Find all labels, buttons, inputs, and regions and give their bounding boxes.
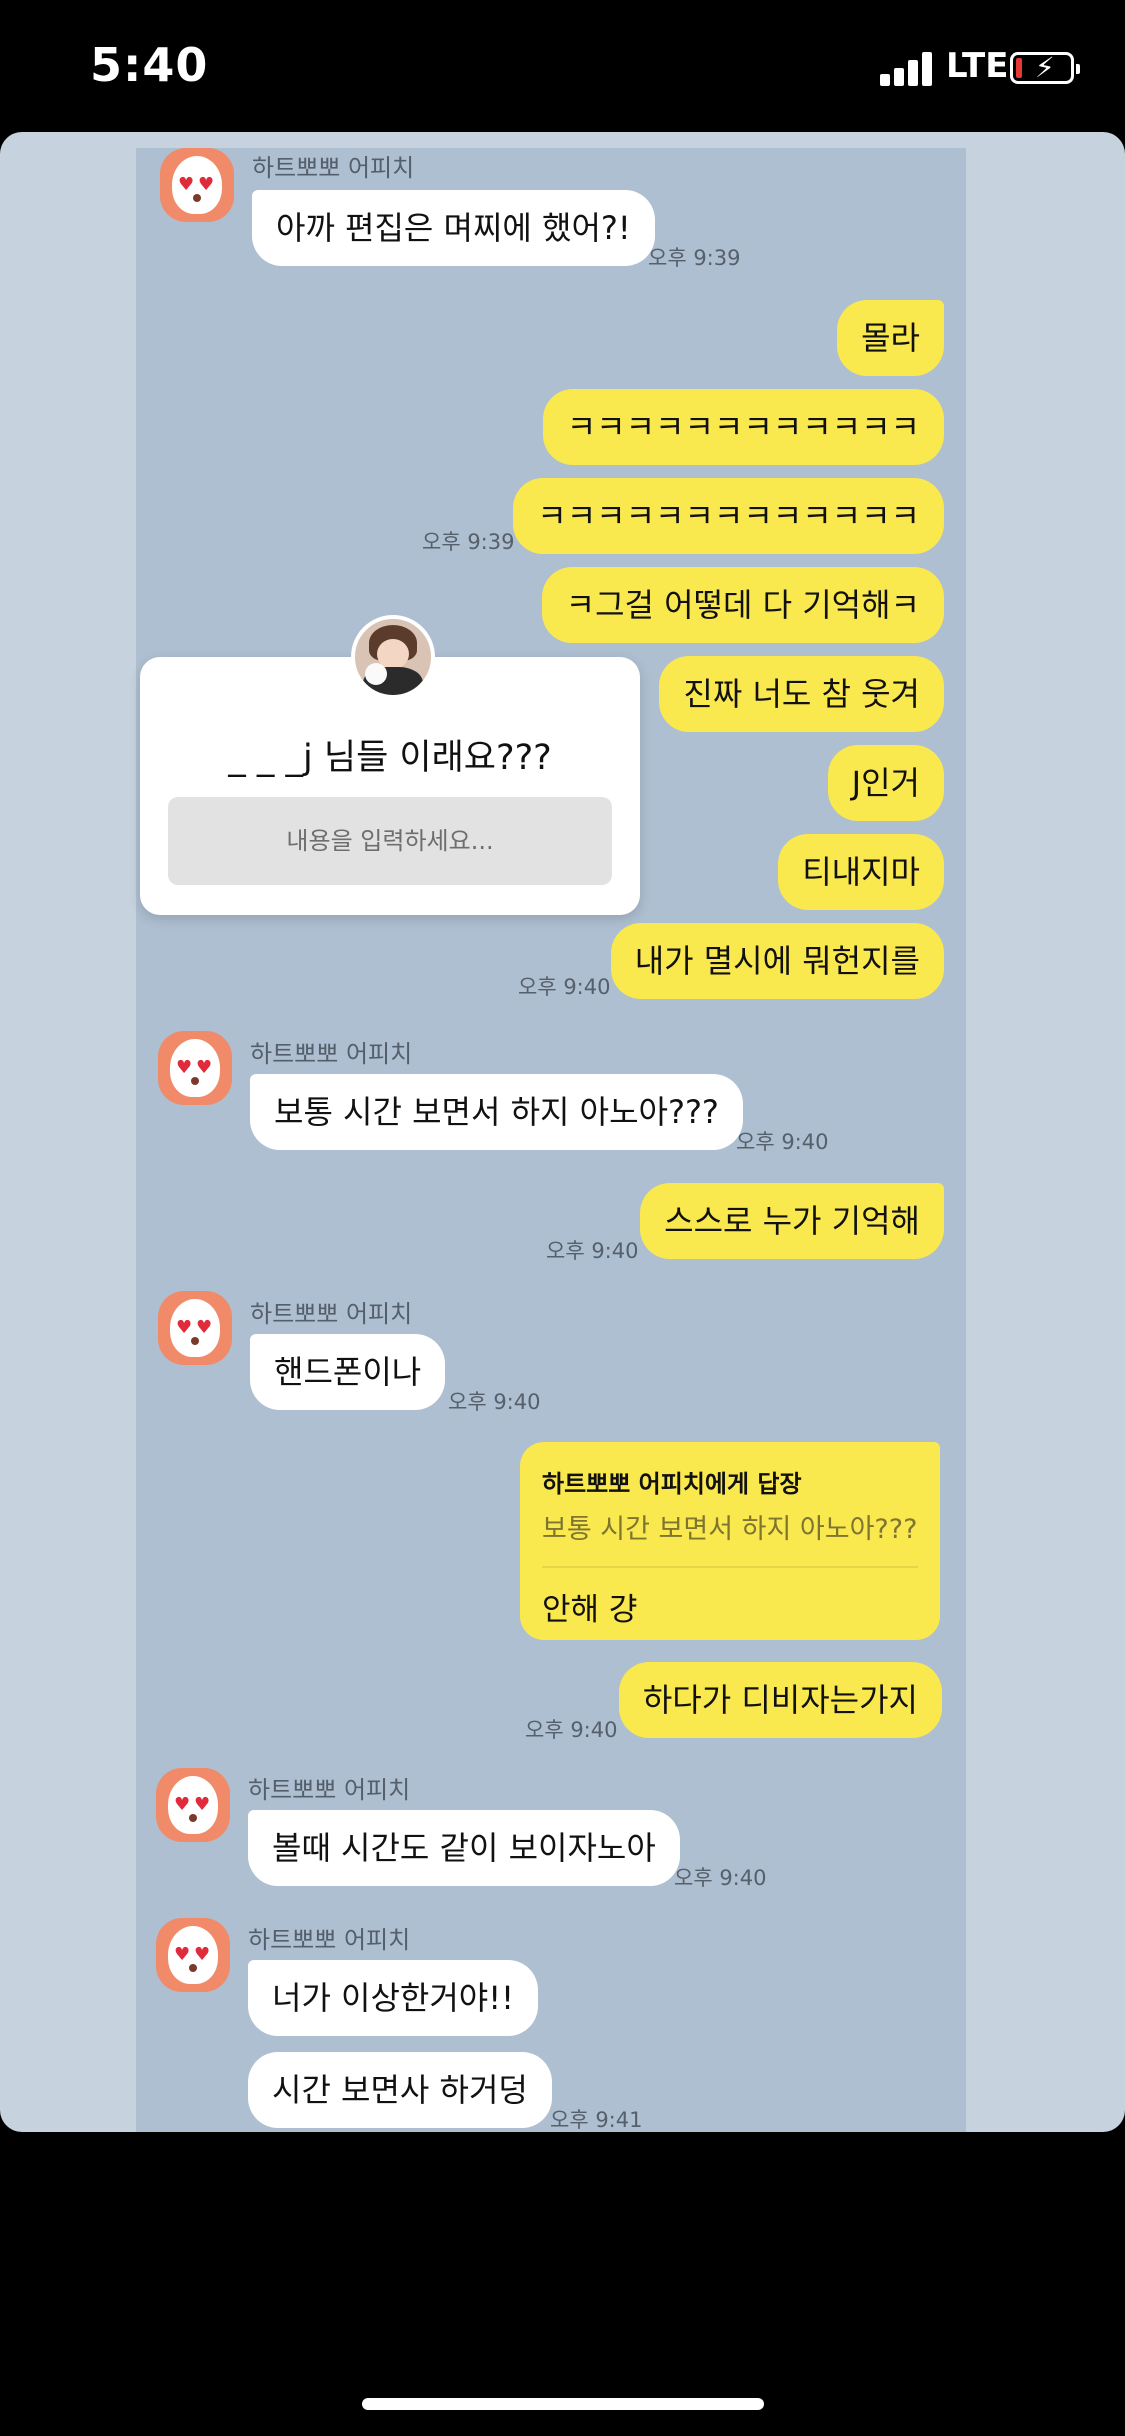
message-out[interactable]: 스스로 누가 기억해	[640, 1183, 944, 1259]
message-in[interactable]: 핸드폰이나	[250, 1334, 446, 1410]
sender-name: 하트뽀뽀 어피치	[250, 1040, 413, 1068]
sender-name: 하트뽀뽀 어피치	[250, 1300, 413, 1328]
message-out[interactable]: 내가 멸시에 뭐헌지를	[610, 923, 944, 999]
reply-body: 안해 걍	[542, 1592, 638, 1628]
home-indicator[interactable]	[362, 2398, 764, 2410]
message-in[interactable]: 보통 시간 보면서 하지 아노아???	[250, 1074, 743, 1150]
sender-name: 하트뽀뽀 어피치	[248, 1776, 411, 1804]
reply-quote: 보통 시간 보면서 하지 아노아???	[542, 1514, 918, 1545]
status-time: 5:40	[90, 38, 209, 92]
reply-title: 하트뽀뽀 어피치에게 답장	[542, 1470, 802, 1498]
popup-title: _ _ _j 님들 이래요???	[228, 738, 552, 778]
message-input[interactable]	[168, 797, 612, 885]
avatar-peach[interactable]: ♥ ♥	[156, 1918, 230, 1992]
message-popup: _ _ _j 님들 이래요???	[140, 615, 640, 915]
message-time: 오후 9:40	[448, 1390, 541, 1414]
message-time: 오후 9:40	[736, 1130, 829, 1154]
message-time: 오후 9:40	[674, 1866, 767, 1890]
message-time: 오후 9:39	[648, 246, 741, 270]
sender-name: 하트뽀뽀 어피치	[252, 154, 415, 182]
avatar-peach[interactable]: ♥ ♥	[156, 1768, 230, 1842]
reply-divider	[542, 1566, 918, 1568]
message-out[interactable]: ㅋㅋㅋㅋㅋㅋㅋㅋㅋㅋㅋㅋㅋ	[513, 478, 944, 554]
chat-screenshot-card: ♥ ♥ 하트뽀뽀 어피치 아까 편집은 며찌에 했어?! 오후 9:39 몰라 ㅋ…	[0, 132, 1125, 2132]
sender-name: 하트뽀뽀 어피치	[248, 1926, 411, 1954]
message-in[interactable]: 시간 보면사 하거덩	[248, 2052, 552, 2128]
message-in[interactable]: 아까 편집은 며찌에 했어?!	[252, 190, 655, 266]
message-out[interactable]: 진짜 너도 참 웃겨	[659, 656, 944, 732]
status-bar: 5:40 LTE ⚡	[0, 0, 1125, 132]
chat-area[interactable]: ♥ ♥ 하트뽀뽀 어피치 아까 편집은 며찌에 했어?! 오후 9:39 몰라 ㅋ…	[136, 148, 966, 2132]
message-out[interactable]: ㅋ그걸 어떻데 다 기억해ㅋ	[541, 567, 944, 643]
message-time: 오후 9:39	[422, 530, 515, 554]
profile-avatar[interactable]	[351, 615, 435, 699]
signal-icon	[880, 52, 936, 86]
reply-message-out[interactable]: 하트뽀뽀 어피치에게 답장 보통 시간 보면서 하지 아노아??? 안해 걍	[520, 1442, 940, 1640]
avatar-peach[interactable]: ♥ ♥	[158, 1031, 232, 1105]
message-time: 오후 9:40	[525, 1718, 618, 1742]
message-time: 오후 9:40	[546, 1239, 639, 1263]
message-out[interactable]: 몰라	[837, 300, 944, 376]
message-in[interactable]: 너가 이상한거야!!	[248, 1960, 538, 2036]
message-out[interactable]: 티내지마	[778, 834, 944, 910]
message-time: 오후 9:40	[518, 975, 611, 999]
avatar-peach[interactable]: ♥ ♥	[160, 148, 234, 222]
message-in[interactable]: 볼때 시간도 같이 보이자노아	[248, 1810, 680, 1886]
network-label: LTE	[946, 46, 1009, 86]
message-out[interactable]: J인거	[827, 745, 944, 821]
message-out[interactable]: ㅋㅋㅋㅋㅋㅋㅋㅋㅋㅋㅋㅋ	[542, 389, 944, 465]
battery-icon: ⚡	[1010, 52, 1080, 84]
avatar-peach[interactable]: ♥ ♥	[158, 1291, 232, 1365]
message-time: 오후 9:41	[550, 2108, 643, 2132]
message-out[interactable]: 하다가 디비자는가지	[618, 1662, 942, 1738]
